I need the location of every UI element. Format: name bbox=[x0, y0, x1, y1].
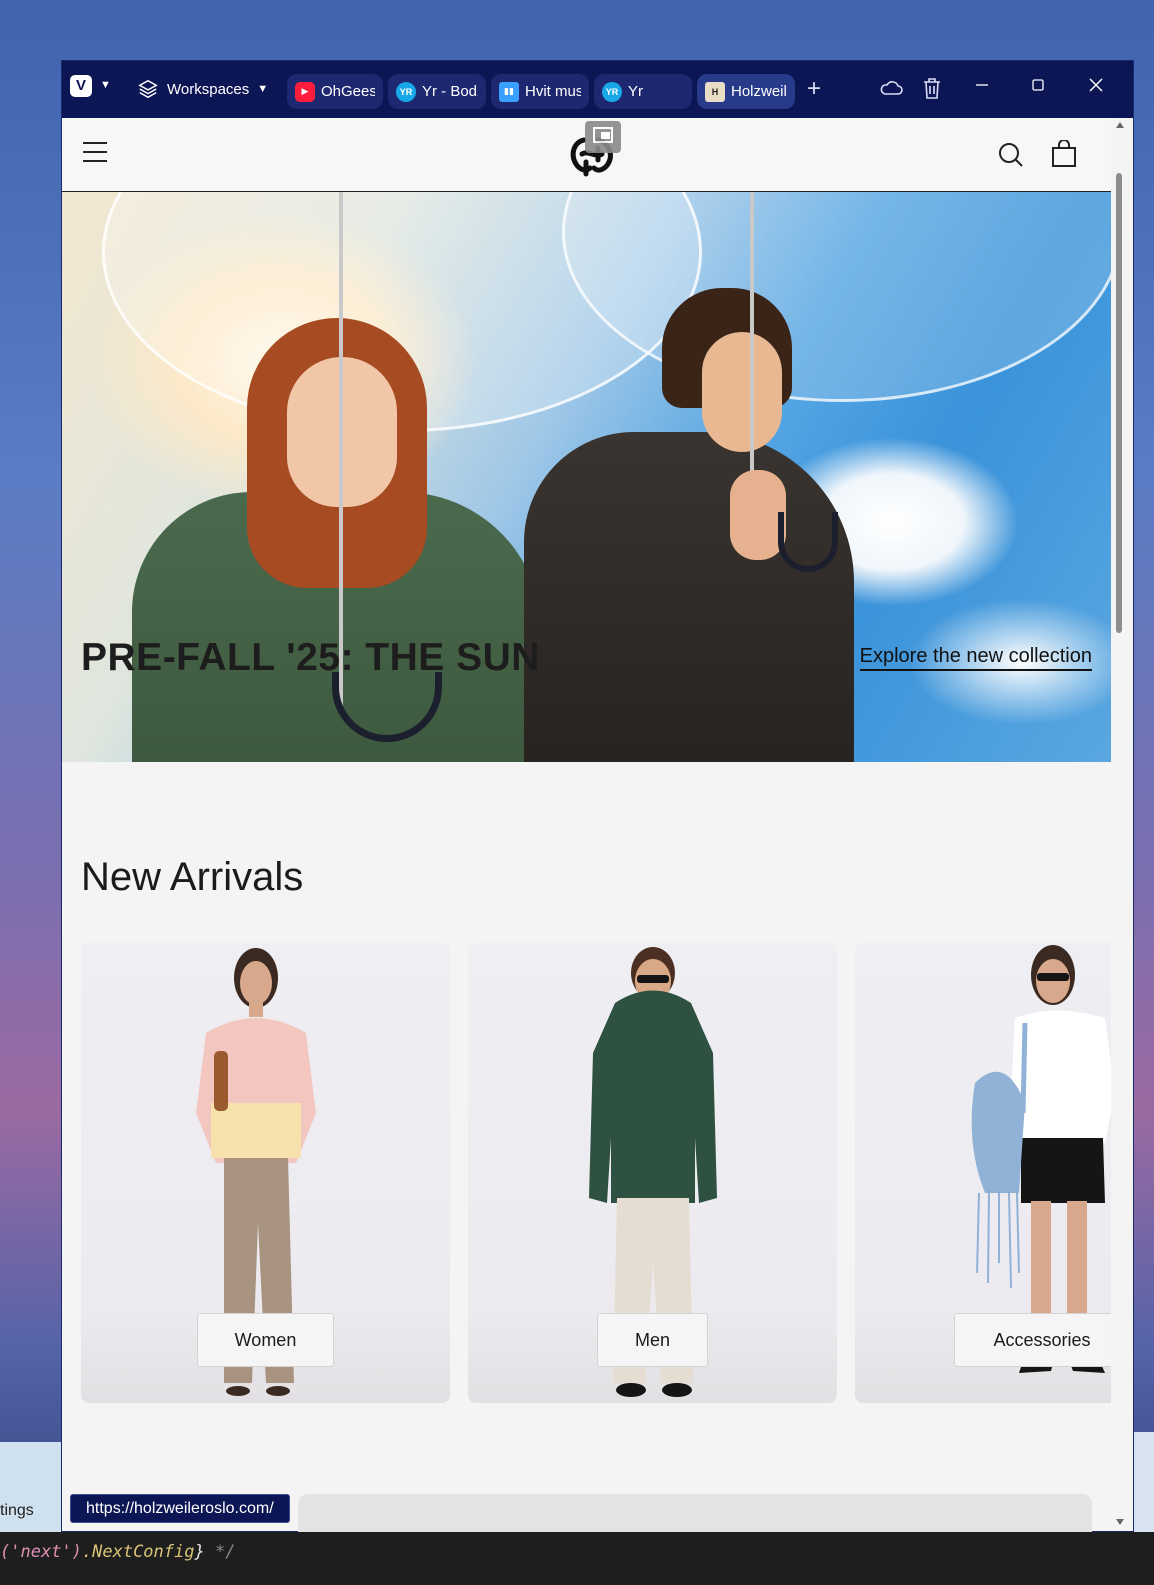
browser-window: V ▼ Workspaces ▼ ▶ OhGeesy YR Yr - Bodø … bbox=[61, 60, 1134, 1532]
holzweiler-icon: H bbox=[705, 81, 725, 102]
settings-label: tings bbox=[0, 1502, 34, 1519]
hero-title: PRE-FALL '25: THE SUN bbox=[81, 636, 540, 679]
shopping-bag-icon[interactable] bbox=[1051, 140, 1077, 168]
hero-banner[interactable]: PRE-FALL '25: THE SUN Explore the new co… bbox=[62, 192, 1111, 762]
chevron-down-icon: ▼ bbox=[257, 83, 269, 95]
hero-image-umbrella-pole bbox=[339, 192, 343, 712]
search-icon[interactable] bbox=[998, 142, 1024, 168]
status-url-tooltip: https://holzweileroslo.com/ bbox=[70, 1494, 290, 1523]
browser-titlebar: V ▼ Workspaces ▼ ▶ OhGeesy YR Yr - Bodø … bbox=[62, 61, 1133, 118]
trash-icon[interactable] bbox=[918, 75, 946, 109]
vivaldi-menu-icon[interactable]: V bbox=[70, 75, 92, 97]
hero-image-umbrella-pole bbox=[750, 192, 754, 492]
hero-image-figure bbox=[702, 332, 782, 452]
tab-hvit-mus[interactable]: ▮▮ Hvit mus bbox=[491, 74, 589, 109]
tab-ohgeesy[interactable]: ▶ OhGeesy bbox=[287, 74, 383, 109]
close-icon[interactable] bbox=[1082, 75, 1110, 103]
desktop-background-window: tings bbox=[0, 1442, 62, 1532]
category-card-men[interactable]: Men bbox=[468, 943, 837, 1403]
scroll-up-icon[interactable] bbox=[1116, 122, 1124, 128]
tab-yr[interactable]: YR Yr bbox=[594, 74, 692, 109]
minimize-icon[interactable] bbox=[968, 75, 996, 103]
new-tab-button[interactable]: + bbox=[800, 75, 828, 103]
workspaces-label: Workspaces bbox=[167, 80, 250, 98]
yr-icon: YR bbox=[396, 81, 416, 102]
desktop-background-window-right bbox=[1134, 1432, 1154, 1532]
tab-yr-bodo[interactable]: YR Yr - Bodø bbox=[388, 74, 486, 109]
book-icon: ▮▮ bbox=[499, 81, 519, 102]
layers-icon bbox=[138, 79, 158, 99]
explore-collection-link[interactable]: Explore the new collection bbox=[859, 645, 1092, 671]
footer-panel bbox=[298, 1494, 1092, 1532]
men-button[interactable]: Men bbox=[597, 1313, 708, 1367]
cloud-sync-icon[interactable] bbox=[877, 75, 905, 109]
picture-in-picture-icon[interactable] bbox=[585, 121, 621, 153]
menu-icon[interactable] bbox=[83, 142, 107, 166]
hero-image-figure bbox=[524, 432, 854, 762]
accessories-button[interactable]: Accessories bbox=[954, 1313, 1111, 1367]
scrollbar-thumb[interactable] bbox=[1116, 173, 1122, 633]
tab-holzweiler[interactable]: H Holzweiler bbox=[697, 74, 795, 109]
category-card-accessories[interactable]: Accessories bbox=[855, 943, 1111, 1403]
category-card-women[interactable]: Women bbox=[81, 943, 450, 1403]
maximize-icon[interactable] bbox=[1024, 75, 1052, 103]
site-header bbox=[62, 118, 1111, 192]
youtube-icon: ▶ bbox=[295, 81, 315, 102]
hero-image-umbrella bbox=[562, 192, 1111, 402]
hero-image-umbrella-handle bbox=[778, 512, 838, 572]
women-button[interactable]: Women bbox=[197, 1313, 334, 1367]
page-scrollbar[interactable] bbox=[1111, 118, 1133, 1531]
scroll-down-icon[interactable] bbox=[1116, 1519, 1124, 1525]
code-editor-line: ('next').NextConfig} */ bbox=[0, 1532, 1154, 1585]
yr-icon: YR bbox=[602, 81, 622, 102]
chevron-down-icon[interactable]: ▼ bbox=[100, 79, 111, 91]
workspaces-button[interactable]: Workspaces ▼ bbox=[137, 78, 268, 100]
section-title: New Arrivals bbox=[81, 855, 304, 899]
web-page: PRE-FALL '25: THE SUN Explore the new co… bbox=[62, 118, 1111, 1531]
